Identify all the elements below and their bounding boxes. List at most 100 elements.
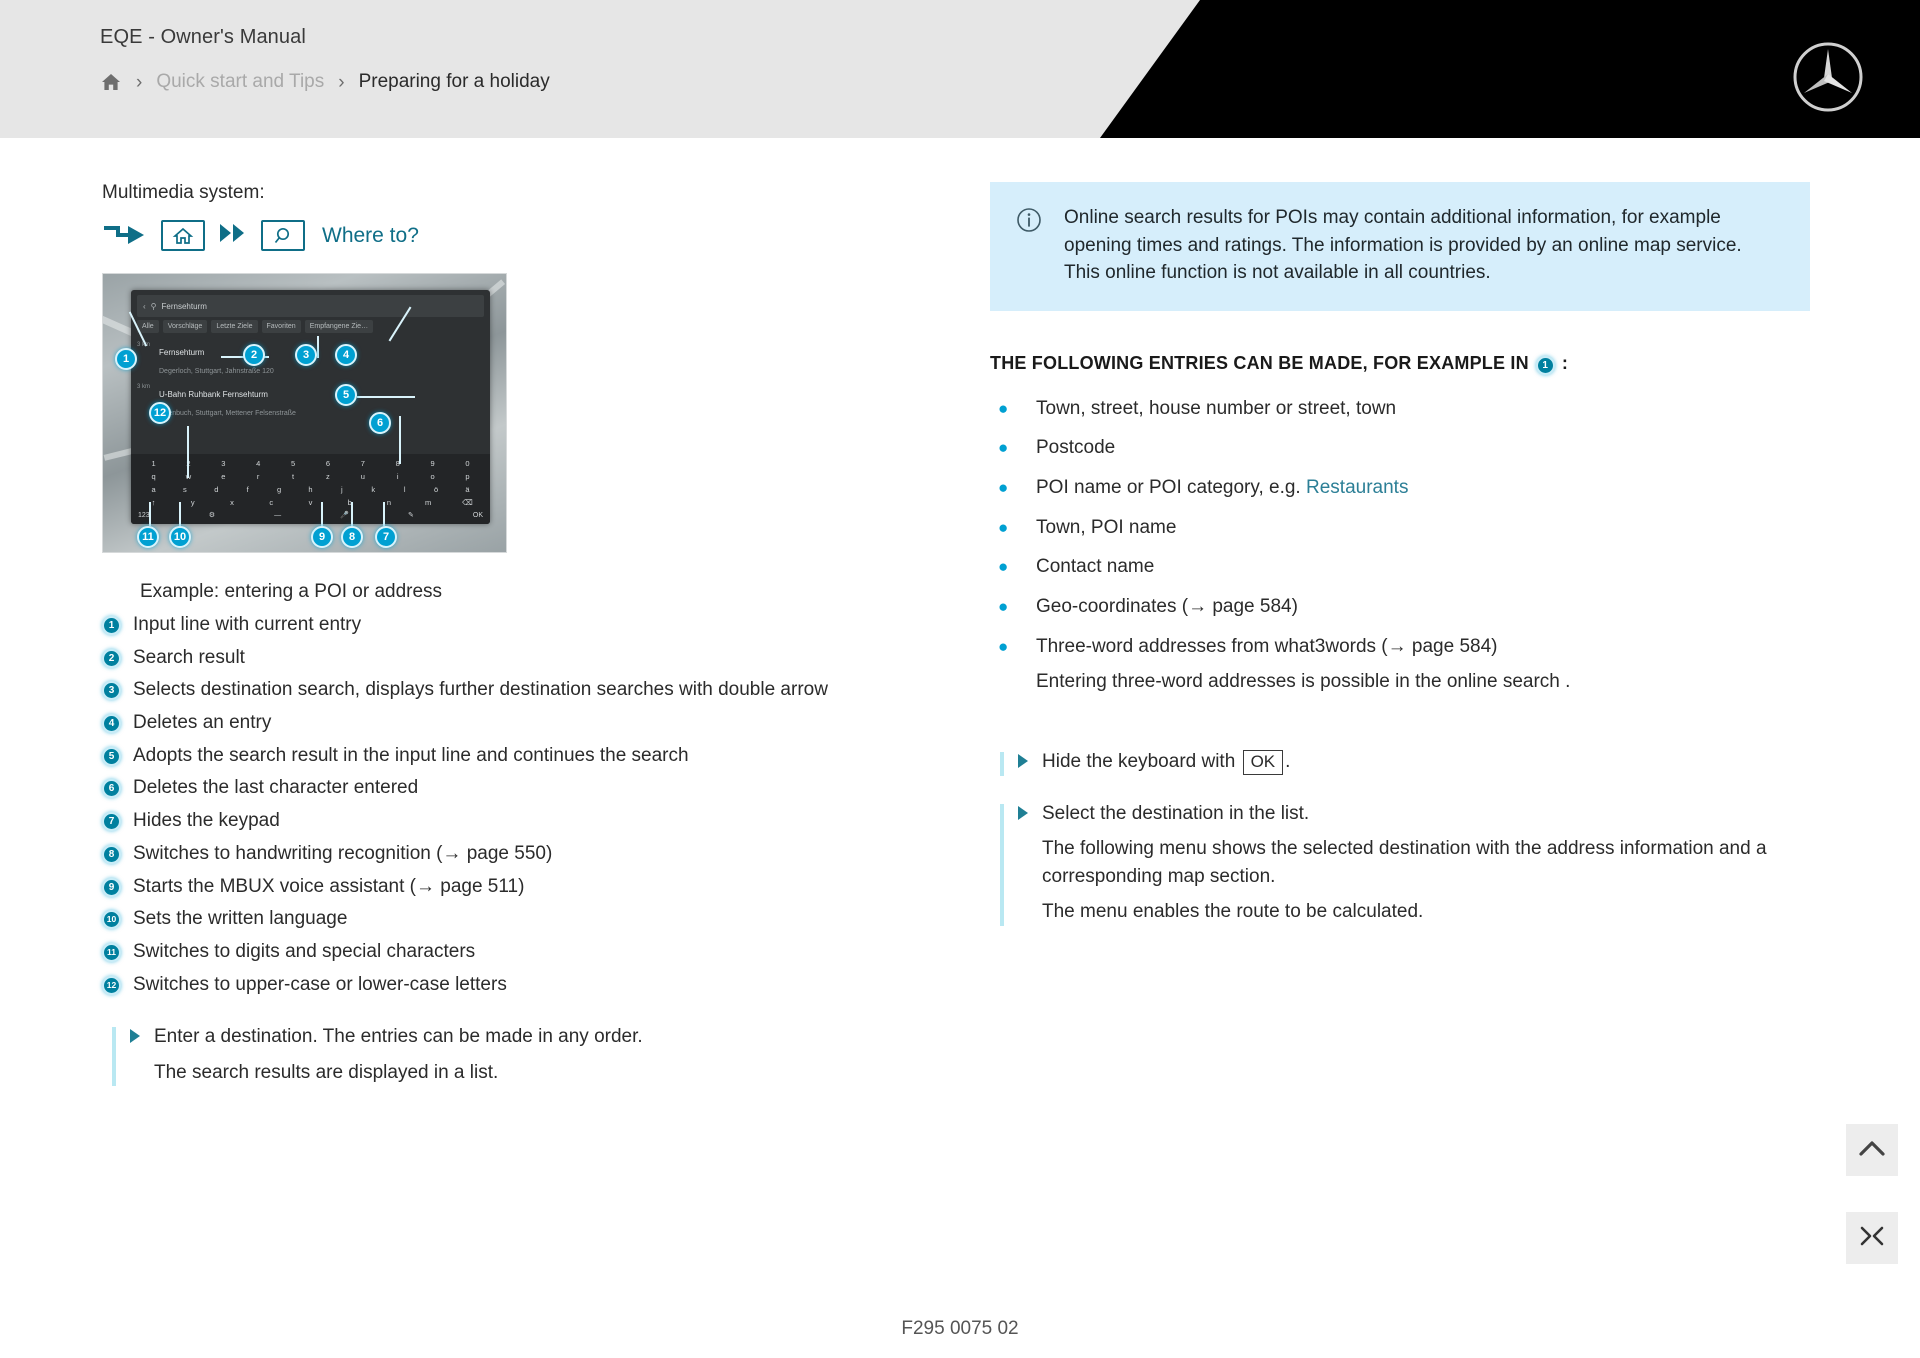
- microphone-icon[interactable]: 🎤: [340, 511, 349, 519]
- key[interactable]: u: [347, 472, 378, 481]
- legend-number: 5: [102, 746, 121, 766]
- breadcrumb-item-current[interactable]: Preparing for a holiday: [359, 71, 550, 93]
- footer-doc-code: F295 0075 02: [901, 1318, 1019, 1339]
- mercedes-star-icon: [1791, 40, 1865, 114]
- key[interactable]: 1: [138, 459, 169, 468]
- key[interactable]: 8: [382, 459, 413, 468]
- mbux-tab-vorschlaege[interactable]: Vorschläge: [162, 320, 208, 333]
- key[interactable]: m: [413, 498, 444, 507]
- mbux-tab-favoriten[interactable]: Favoriten: [261, 320, 301, 333]
- callout-leader: [357, 396, 415, 398]
- key[interactable]: x: [216, 498, 247, 507]
- key[interactable]: r: [243, 472, 274, 481]
- info-notice-text: Online search results for POIs may conta…: [1064, 204, 1784, 287]
- bullet-item: ● Town, POI name: [990, 516, 1810, 541]
- backspace-key[interactable]: ⌫: [452, 498, 483, 507]
- bullet-dot-icon: ●: [998, 478, 1009, 498]
- key[interactable]: e: [208, 472, 239, 481]
- chevron-up-icon: [1858, 1138, 1886, 1163]
- mbux-search-panel: ‹ ⚲ Fernsehturm Alle Vorschläge Letzte Z…: [131, 290, 490, 524]
- callout-2: 2: [243, 344, 265, 366]
- breadcrumb-separator-1: ›: [136, 71, 143, 93]
- scroll-to-top-button[interactable]: [1846, 1124, 1898, 1176]
- key[interactable]: i: [382, 472, 413, 481]
- legend-text: Selects destination search, displays fur…: [133, 679, 828, 701]
- key[interactable]: y: [177, 498, 208, 507]
- key[interactable]: h: [295, 485, 326, 494]
- callout-leader: [179, 502, 181, 526]
- key[interactable]: s: [169, 485, 200, 494]
- key[interactable]: 4: [243, 459, 274, 468]
- key[interactable]: q: [138, 472, 169, 481]
- mbux-tab-empfangene-ziele[interactable]: Empfangene Zie…: [304, 320, 374, 333]
- key[interactable]: b: [334, 498, 365, 507]
- legend-text: Deletes the last character entered: [133, 777, 419, 799]
- bullet-dot-icon: ●: [998, 597, 1009, 617]
- legend-text: Hides the keypad: [133, 810, 280, 832]
- legend-text: Deletes an entry: [133, 712, 272, 734]
- mbux-result-title: Fernsehturm: [159, 348, 205, 357]
- key[interactable]: 9: [417, 459, 448, 468]
- legend-number: 10: [102, 910, 121, 930]
- mbux-tab-letzte-ziele[interactable]: Letzte Ziele: [211, 320, 258, 333]
- key[interactable]: f: [232, 485, 263, 494]
- key[interactable]: 3: [208, 459, 239, 468]
- key[interactable]: n: [373, 498, 404, 507]
- legend-item-1: 1 Input line with current entry: [102, 613, 932, 638]
- legend-item-9: 9 Starts the MBUX voice assistant (→ pag…: [102, 875, 932, 900]
- key[interactable]: z: [312, 472, 343, 481]
- info-paragraph-2: This online function is not available in…: [1064, 262, 1491, 284]
- key[interactable]: k: [358, 485, 389, 494]
- key[interactable]: o: [417, 472, 448, 481]
- play-triangle-icon: [1018, 805, 1028, 820]
- key[interactable]: 0: [452, 459, 483, 468]
- key[interactable]: g: [264, 485, 295, 494]
- action-line: The following menu shows the selected de…: [1042, 838, 1767, 887]
- keyboard-row-2: a s d f g h j k l ö ä: [138, 485, 483, 494]
- space-key[interactable]: —: [274, 512, 281, 519]
- shift-key[interactable]: ↑: [138, 498, 169, 507]
- key[interactable]: c: [256, 498, 287, 507]
- page-header: EQE - Owner's Manual › Quick start and T…: [0, 0, 1920, 138]
- left-action-block: Enter a destination. The entries can be …: [102, 1023, 932, 1087]
- legend-item-12: 12 Switches to upper-case or lower-case …: [102, 973, 932, 998]
- key[interactable]: 7: [347, 459, 378, 468]
- key[interactable]: l: [389, 485, 420, 494]
- numeric-mode-key[interactable]: 123: [138, 512, 150, 519]
- legend-number: 2: [102, 648, 121, 668]
- callout-leader: [351, 502, 353, 526]
- ok-key-label[interactable]: OK: [1242, 750, 1284, 775]
- key[interactable]: ä: [452, 485, 483, 494]
- ok-key[interactable]: OK: [473, 512, 483, 519]
- key[interactable]: 6: [312, 459, 343, 468]
- callout-1: 1: [115, 348, 137, 370]
- key[interactable]: a: [138, 485, 169, 494]
- home-icon[interactable]: [100, 71, 122, 93]
- key[interactable]: d: [201, 485, 232, 494]
- breadcrumb-item-quick-start[interactable]: Quick start and Tips: [156, 71, 324, 93]
- mbux-result-row[interactable]: 3 km U-Bahn Ruhbank Fernsehturm Sillenbu…: [137, 381, 484, 423]
- key[interactable]: j: [326, 485, 357, 494]
- mbux-keyboard[interactable]: 1 2 3 4 5 6 7 8 9 0 q w e: [131, 454, 490, 524]
- mbux-search-input[interactable]: ‹ ⚲ Fernsehturm: [137, 295, 484, 317]
- handwriting-icon[interactable]: ✎: [408, 511, 414, 519]
- key[interactable]: p: [452, 472, 483, 481]
- bullet-dot-icon: ●: [998, 517, 1009, 537]
- callout-3: 3: [295, 344, 317, 366]
- mbux-result-subtitle: Degerloch, Stuttgart, Jahnstraße 120: [159, 368, 274, 375]
- bullet-sub-note: Entering three-word addresses is possibl…: [1036, 671, 1571, 693]
- info-notice-box: Online search results for POIs may conta…: [990, 182, 1810, 311]
- callout-leader: [187, 426, 189, 478]
- bullet-dot-icon: ●: [998, 636, 1009, 656]
- restaurants-link[interactable]: Restaurants: [1306, 477, 1408, 498]
- collapse-button[interactable]: [1846, 1212, 1898, 1264]
- key[interactable]: 5: [278, 459, 309, 468]
- chevron-left-icon[interactable]: ‹: [143, 302, 146, 311]
- bullet-text: Contact name: [1036, 556, 1155, 578]
- legend-text: Switches to upper-case or lower-case let…: [133, 973, 507, 995]
- key[interactable]: t: [278, 472, 309, 481]
- header-titles: EQE - Owner's Manual › Quick start and T…: [100, 26, 550, 93]
- bullet-text: Geo-coordinates (→ page 584): [1036, 596, 1298, 618]
- gear-icon[interactable]: ⚙: [209, 511, 215, 519]
- key[interactable]: ö: [421, 485, 452, 494]
